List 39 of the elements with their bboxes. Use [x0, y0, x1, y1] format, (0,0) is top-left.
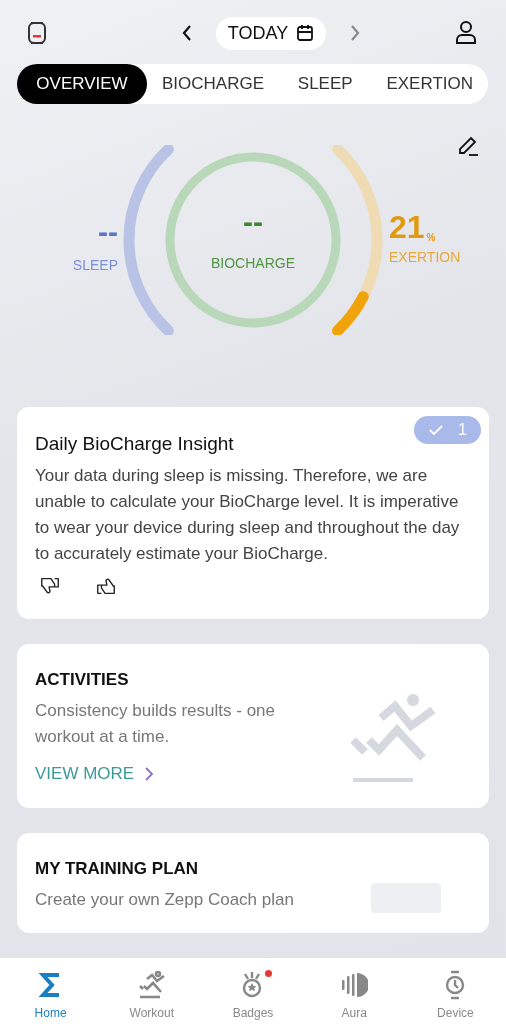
exertion-label: EXERTION — [389, 249, 461, 265]
calendar-icon — [296, 24, 315, 42]
insight-text: Your data during sleep is missing. Therefore, we are unable to calculate your BioCharge level. It is imperative to wear your device during sleep and throughout the day to accurately estimate your BioCharge. — [35, 465, 460, 565]
biocharge-label: BIOCHARGE — [211, 255, 295, 271]
nav-label: Badges — [232, 1006, 274, 1020]
exertion-unit: % — [426, 232, 436, 243]
tab[interactable]: EXERTION — [371, 64, 488, 104]
runner-icon — [136, 971, 167, 999]
view-more-link[interactable]: VIEW MORE — [35, 764, 155, 784]
nav-item[interactable]: Aura — [303, 958, 405, 1024]
activities-text: Consistency builds results - one workout at a time. — [35, 700, 276, 748]
activities-title: ACTIVITIES — [35, 670, 130, 690]
date-selector[interactable]: TODAY — [215, 16, 327, 50]
nav-label: Workout — [129, 1006, 175, 1020]
check-count: 1 — [458, 421, 467, 439]
insight-title: Daily BioCharge Insight — [35, 433, 235, 455]
nav-label: Device — [437, 1006, 474, 1020]
tab[interactable]: SLEEP — [279, 64, 372, 104]
biocharge-value: -- — [243, 207, 263, 237]
nav-item[interactable]: Home — [0, 958, 102, 1024]
exertion-value: 21 — [389, 211, 425, 243]
profile-icon[interactable] — [454, 20, 478, 46]
nav-item[interactable]: Badges — [202, 958, 304, 1024]
training-plan-text: Create your own Zepp Coach plan — [35, 889, 295, 911]
nav-item[interactable]: Workout — [101, 958, 203, 1024]
training-plan-title: MY TRAINING PLAN — [35, 859, 200, 879]
chevron-icon — [144, 766, 155, 782]
nav-item[interactable]: Device — [404, 958, 506, 1024]
check-icon — [428, 424, 445, 436]
nav-label: Home — [34, 1006, 67, 1020]
sleep-label: SLEEP — [72, 257, 118, 273]
sleep-value: -- — [98, 217, 118, 247]
aura-icon — [340, 971, 369, 999]
date-label: TODAY — [227, 22, 289, 44]
nav-label: Aura — [341, 1006, 367, 1020]
tab[interactable]: OVERVIEW — [17, 64, 147, 104]
tab[interactable]: BIOCHARGE — [147, 64, 280, 104]
watch-battery-icon[interactable] — [26, 19, 48, 47]
edit-icon[interactable] — [456, 134, 480, 158]
